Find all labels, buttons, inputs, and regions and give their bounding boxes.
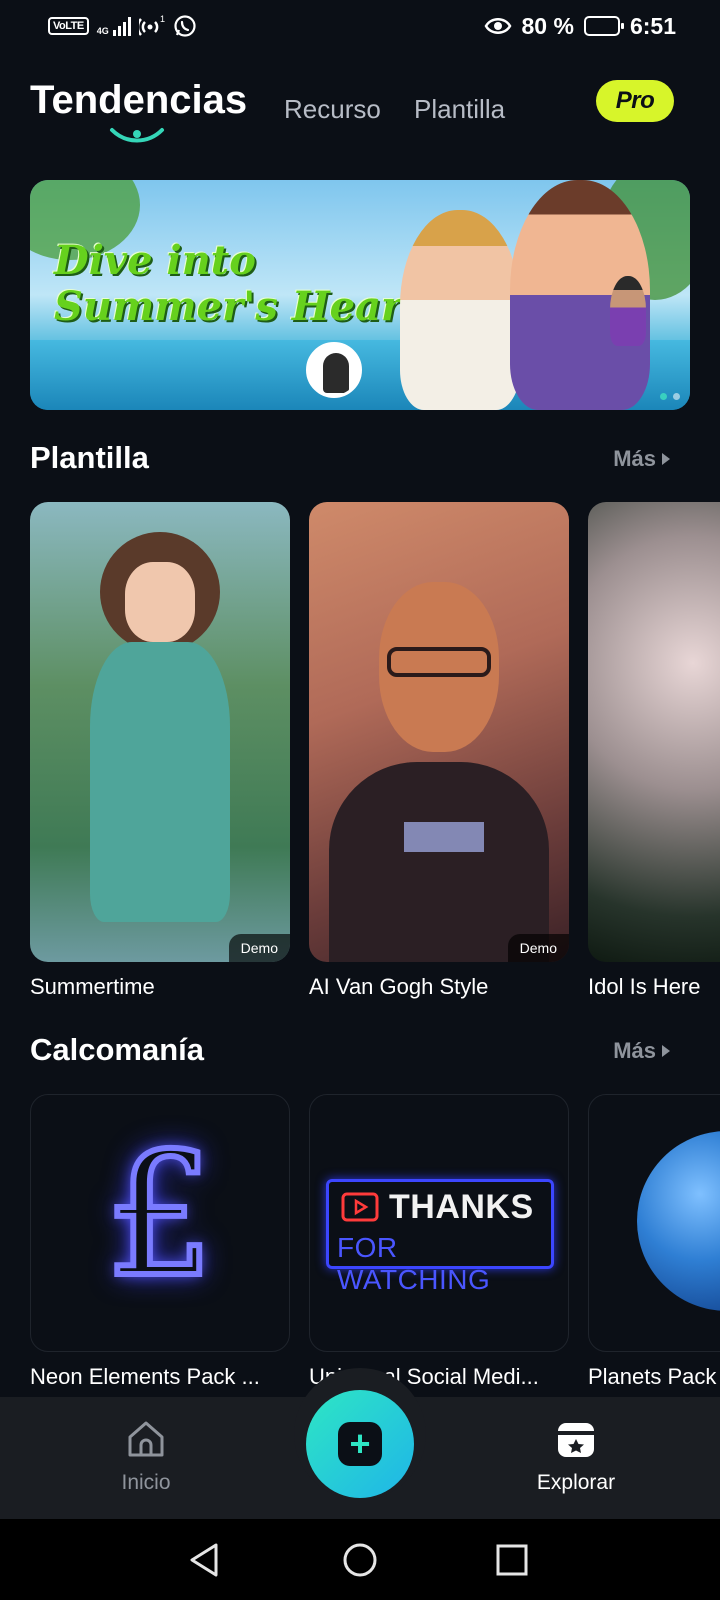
active-tab-indicator — [110, 128, 164, 143]
chevron-right-icon — [662, 453, 670, 465]
planet-earth-icon — [637, 1131, 720, 1311]
tab-plantilla[interactable]: Plantilla — [414, 94, 505, 125]
more-templates-link[interactable]: Más — [613, 446, 670, 472]
template-label: Summertime — [30, 974, 155, 999]
hotspot-icon: 1 — [138, 14, 165, 36]
banner-title-line1: Dive into — [54, 237, 256, 284]
system-navigation-bar — [0, 1519, 720, 1600]
demo-badge: Demo — [228, 934, 290, 962]
svg-text:1: 1 — [160, 14, 165, 24]
battery-percent: 80 % — [521, 12, 574, 39]
nav-inicio[interactable]: Inicio — [76, 1417, 216, 1495]
demo-badge: Demo — [507, 934, 569, 962]
recents-icon[interactable] — [494, 1541, 530, 1579]
nav-explorar-label: Explorar — [536, 1471, 616, 1494]
network-type: 4G — [96, 26, 109, 36]
whatsapp-icon — [174, 15, 196, 37]
more-label: Más — [613, 446, 656, 471]
sticker-card-planets[interactable] — [588, 1094, 720, 1352]
section-title-plantilla: Plantilla — [30, 440, 149, 475]
banner-title-line2: Summer's Heart — [54, 283, 421, 330]
template-figure-glasses — [387, 647, 491, 677]
template-card-van-gogh[interactable]: Demo — [309, 502, 569, 962]
explore-clapper-icon — [558, 1423, 594, 1457]
more-stickers-link[interactable]: Más — [613, 1038, 670, 1064]
tab-recurso[interactable]: Recurso — [284, 94, 381, 125]
nav-explorar[interactable]: Explorar — [506, 1417, 646, 1495]
volte-icon: VoLTE — [48, 17, 89, 35]
status-right: 80 % 6:51 — [484, 13, 676, 40]
pro-button[interactable]: Pro — [596, 80, 674, 122]
template-figure-face — [125, 562, 195, 642]
more-label: Más — [613, 1038, 656, 1063]
banner-avatar-thumbnail — [306, 342, 362, 398]
status-bar: VoLTE 4G 1 80 % 6:51 — [0, 0, 720, 52]
home-circle-icon[interactable] — [342, 1541, 378, 1579]
for-watching-text: FOR WATCHING — [337, 1232, 491, 1295]
back-icon[interactable] — [186, 1541, 222, 1579]
template-label: AI Van Gogh Style — [309, 974, 489, 999]
sticker-label: Neon Elements Pack ... — [30, 1364, 260, 1389]
tab-tendencias[interactable]: Tendencias — [30, 78, 247, 123]
create-button[interactable]: + — [306, 1390, 414, 1498]
pagination-dot — [673, 393, 680, 400]
thanks-sticker-art: THANKS FOR WATCHING — [326, 1179, 554, 1295]
battery-icon — [583, 16, 624, 36]
youtube-play-icon — [341, 1192, 379, 1222]
neon-pound-icon: £ — [103, 1117, 217, 1315]
clock: 6:51 — [629, 12, 676, 39]
top-tabs: Tendencias Recurso Plantilla Pro — [30, 78, 674, 148]
banner-woman-illustration — [400, 210, 520, 410]
banner-pagination — [660, 393, 680, 400]
home-icon — [128, 1421, 164, 1457]
promo-banner[interactable]: Dive into Summer's Heart — [30, 180, 690, 410]
template-figure-chain — [404, 822, 484, 852]
cellular-signal-icon: 4G — [97, 16, 131, 36]
template-label: Idol Is Here — [588, 974, 701, 999]
template-card-idol[interactable] — [588, 502, 720, 962]
template-figure-shirt — [329, 762, 549, 962]
sticker-label: Planets Pack — [588, 1364, 717, 1389]
template-card-summertime[interactable]: Demo — [30, 502, 290, 962]
status-left: VoLTE 4G 1 — [48, 14, 197, 38]
banner-small-person — [610, 276, 646, 346]
sticker-card-neon[interactable]: £ — [30, 1094, 290, 1352]
eye-comfort-icon — [484, 18, 511, 34]
template-figure-dress — [90, 642, 230, 922]
pagination-dot-active — [660, 393, 667, 400]
nav-inicio-label: Inicio — [121, 1471, 171, 1494]
chevron-right-icon — [662, 1045, 670, 1057]
banner-title: Dive into Summer's Heart — [54, 238, 421, 330]
section-title-calcomania: Calcomanía — [30, 1032, 205, 1067]
thanks-text: THANKS — [389, 1188, 534, 1226]
plus-icon: + — [338, 1422, 382, 1466]
sticker-card-social[interactable]: THANKS FOR WATCHING — [309, 1094, 569, 1352]
